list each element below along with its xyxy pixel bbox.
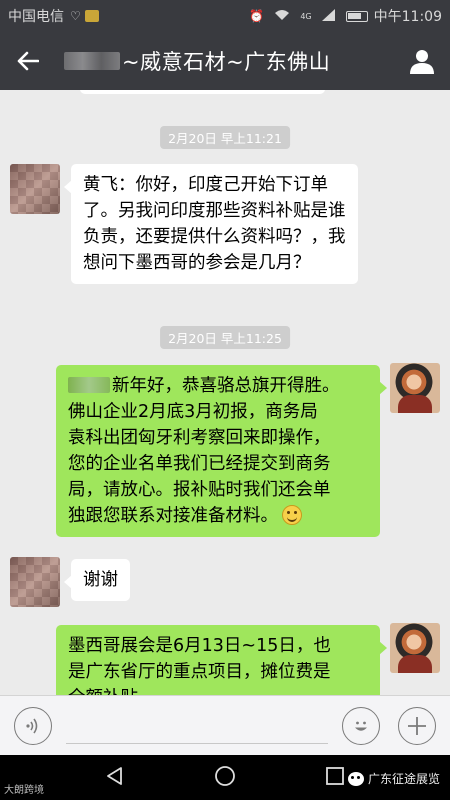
more-button[interactable] xyxy=(398,706,436,745)
triangle-back-icon xyxy=(106,766,122,785)
message-input-bar xyxy=(0,695,450,755)
message-line: 佛山企业2月底3月初报，商务局 xyxy=(68,402,318,422)
message-line: 墨西哥展会是6月13日~15日，也 xyxy=(68,636,331,656)
message-line: 全额补贴。 xyxy=(68,685,368,695)
contact-avatar[interactable] xyxy=(10,557,60,607)
message-line: 是广东省厅的重点项目，摊位费是 xyxy=(68,662,331,682)
timestamp: 2月20日 早上11:25 xyxy=(160,326,290,349)
person-icon xyxy=(410,50,434,74)
wechat-logo-icon xyxy=(347,771,364,786)
incoming-message[interactable]: 谢谢 xyxy=(64,559,130,601)
outgoing-message[interactable]: 新年好，恭喜骆总旗开得胜。 佛山企业2月底3月初报，商务局 袁科出团匈牙利考察回… xyxy=(56,365,387,537)
voice-icon xyxy=(26,718,38,733)
message-line: 新年好，恭喜骆总旗开得胜。 xyxy=(68,373,368,399)
incoming-message[interactable]: 黄飞：你好，印度己开始下订单 了。另我问印度那些资料补贴是谁 负责，还要提供什么… xyxy=(64,164,358,284)
message-line: 黄飞：你好，印度己开始下订单 xyxy=(83,175,328,195)
contact-avatar[interactable] xyxy=(10,164,60,214)
emoji-icon xyxy=(355,721,367,731)
network-type-label: 4G xyxy=(300,11,312,21)
battery-icon xyxy=(345,10,368,22)
nav-back-button[interactable] xyxy=(105,766,125,790)
smiley-emoji-icon xyxy=(282,505,302,525)
chat-area[interactable]: 2月20日 早上11:21 黄飞：你好，印度己开始下订单 了。另我问印度那些资料… xyxy=(0,90,450,695)
square-recents-icon xyxy=(326,766,345,785)
my-avatar[interactable] xyxy=(390,623,440,673)
timestamp: 2月20日 早上11:21 xyxy=(160,126,290,149)
chat-header: ~威意石材~广东佛山 xyxy=(0,32,450,90)
message-line: 了。另我问印度那些资料补贴是谁 xyxy=(83,201,346,221)
outgoing-message[interactable]: 墨西哥展会是6月13日~15日，也 是广东省厅的重点项目，摊位费是 全额补贴。 xyxy=(56,625,387,695)
chat-title: ~威意石材~广东佛山 xyxy=(122,50,331,74)
heart-rate-icon: ♡ xyxy=(70,9,81,23)
wifi-icon xyxy=(274,9,290,24)
blurred-name xyxy=(64,52,120,70)
emoji-button[interactable] xyxy=(342,706,380,745)
message-line: 袁科出团匈牙利考察回来即操作， xyxy=(68,428,331,448)
message-input[interactable] xyxy=(66,708,328,744)
watermark-right-text: 广东征途展览 xyxy=(367,772,440,786)
plus-icon xyxy=(408,716,426,735)
my-avatar[interactable] xyxy=(390,363,440,413)
previous-message-bubble xyxy=(80,90,325,94)
message-line: 负责，还要提供什么资料吗？，我 xyxy=(83,227,346,247)
watermark-right: 广东征途展览 xyxy=(347,770,440,787)
signal-icon xyxy=(321,8,336,24)
voice-button[interactable] xyxy=(14,706,52,745)
arrow-left-icon xyxy=(17,51,39,71)
carrier-label: 中国电信 xyxy=(8,9,64,25)
blurred-name xyxy=(68,377,110,393)
status-bar: 中国电信 ♡ ⏰ 4G 中午11:09 xyxy=(0,0,450,32)
notification-icon xyxy=(84,10,99,22)
chat-info-button[interactable] xyxy=(394,32,450,90)
alarm-icon: ⏰ xyxy=(249,9,265,23)
nav-home-button[interactable] xyxy=(214,765,236,791)
message-line: 谢谢 xyxy=(83,570,118,590)
message-line: 您的企业名单我们已经提交到商务 xyxy=(68,454,331,474)
message-line: 想问下墨西哥的参会是几月？ xyxy=(83,253,311,273)
message-line: 独跟您联系对接准备材料。 xyxy=(68,503,368,529)
watermark-left: 大朗跨境 xyxy=(4,785,44,796)
clock-label: 中午11:09 xyxy=(373,9,442,25)
circle-home-icon xyxy=(215,765,235,786)
nav-recents-button[interactable] xyxy=(325,766,345,790)
back-button[interactable] xyxy=(0,32,56,90)
message-line: 局，请放心。报补贴时我们还会单 xyxy=(68,480,331,500)
